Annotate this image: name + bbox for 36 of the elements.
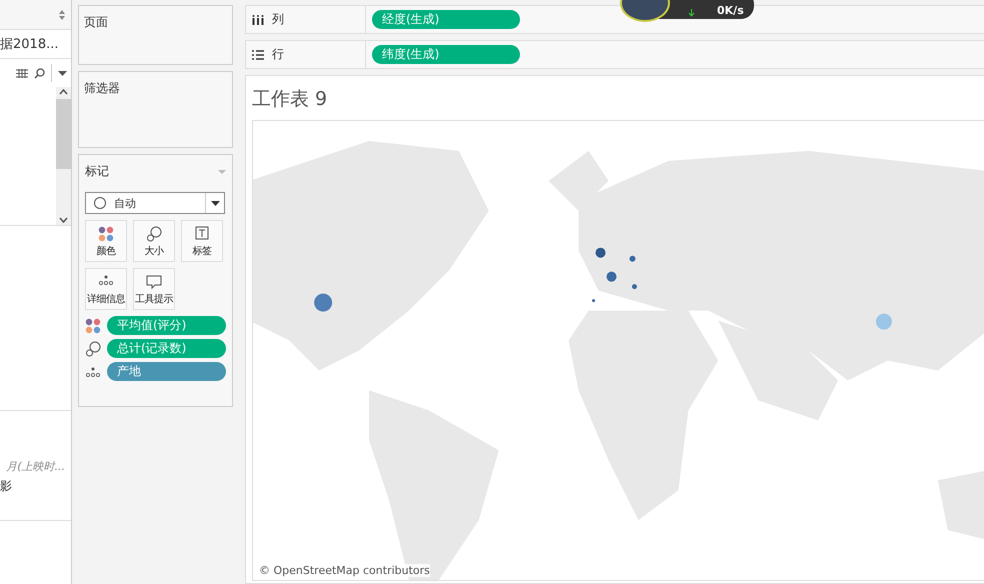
- size-circles-icon: [146, 226, 162, 242]
- speed-reading: 0K/s: [717, 4, 744, 17]
- sort-icon[interactable]: [59, 10, 65, 20]
- scrollbar[interactable]: [56, 87, 71, 225]
- rows-label: 行: [272, 46, 284, 63]
- speech-bubble-icon: [146, 274, 162, 290]
- pages-title: 页面: [84, 15, 108, 29]
- map-attribution[interactable]: © OpenStreetMap contributors: [259, 564, 430, 577]
- scroll-up-icon[interactable]: [59, 89, 68, 95]
- color-dots-icon: [85, 318, 101, 334]
- sheet-title: 工作表 9: [252, 88, 328, 110]
- tooltip-mark-card[interactable]: 工具提示: [133, 268, 175, 310]
- field-caption: 月(上映时...: [6, 459, 65, 474]
- search-icon[interactable]: [34, 68, 45, 78]
- color-dots-icon: [98, 226, 114, 242]
- field-name[interactable]: 影: [0, 478, 12, 495]
- size-mark-card[interactable]: 大小: [133, 220, 175, 262]
- detail-dots-icon: [98, 274, 114, 286]
- text-label-icon: [195, 226, 209, 240]
- download-arrow-icon: [688, 9, 695, 17]
- rows-icon: [252, 50, 264, 60]
- detail-dots-icon: [85, 366, 101, 378]
- list-view-icon[interactable]: [16, 68, 28, 78]
- dropdown-arrow-icon[interactable]: [210, 200, 220, 206]
- columns-icon: [252, 14, 264, 24]
- data-source-name[interactable]: 据2018...: [0, 35, 58, 53]
- size-circles-icon: [85, 340, 101, 356]
- color-mark-card[interactable]: 颜色: [85, 220, 127, 262]
- scroll-down-icon[interactable]: [59, 217, 68, 223]
- columns-label: 列: [272, 11, 284, 28]
- mark-type-dropdown[interactable]: 自动: [85, 192, 225, 214]
- dropdown-arrow-icon[interactable]: [58, 70, 67, 76]
- label-mark-card[interactable]: 标签: [181, 220, 223, 262]
- detail-mark-card[interactable]: 详细信息: [85, 268, 127, 310]
- filters-title: 筛选器: [84, 81, 120, 95]
- marks-title: 标记: [85, 163, 109, 180]
